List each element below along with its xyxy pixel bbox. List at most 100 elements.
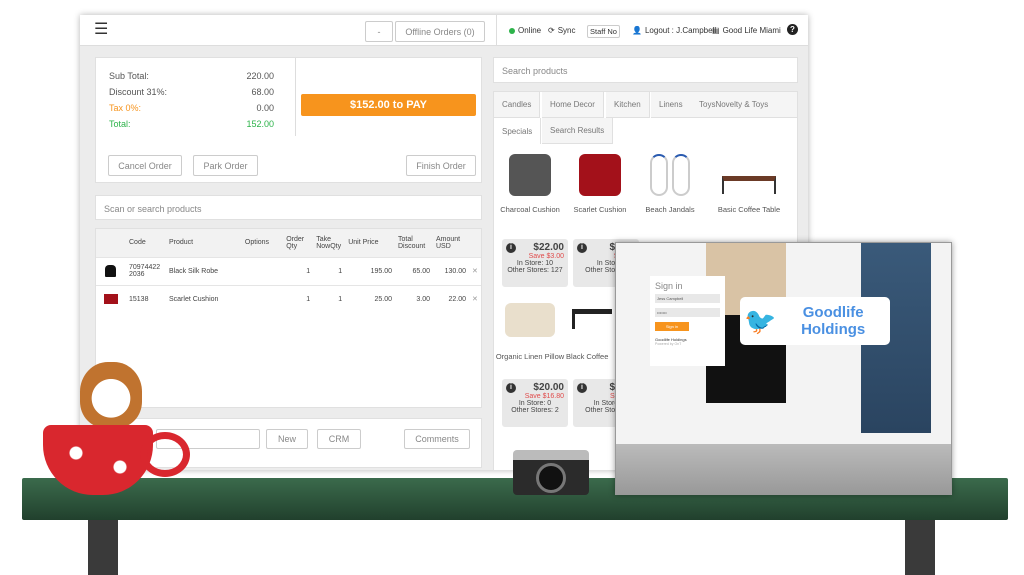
store-selector[interactable]: ▤ Good Life Miami (712, 26, 781, 35)
tax-label: Tax 0%: (109, 103, 142, 113)
tab-specials[interactable]: Specials (494, 118, 542, 144)
table-row[interactable]: 709744222036 Black Silk Robe 1 1 195.00 … (96, 256, 481, 285)
total-value: 152.00 (246, 119, 274, 129)
linen-pillow-image (505, 303, 555, 337)
order-summary: Sub Total: 220.00 Discount 31%: 68.00 Tax … (95, 57, 482, 183)
desk-leg (905, 520, 935, 575)
qty-cell[interactable]: 1 (283, 256, 314, 285)
tab-search-results[interactable]: Search Results (542, 118, 614, 144)
tab-home-decor[interactable]: Home Decor (542, 92, 604, 118)
dash-button[interactable]: - (365, 21, 393, 42)
discount-label: Discount 31%: (109, 87, 168, 97)
tab-candles[interactable]: Candles (494, 92, 541, 118)
tax-value: 0.00 (256, 103, 274, 113)
remove-icon[interactable]: ✕ (469, 256, 481, 285)
price-box: i $20.00 Save $16.80 In Store: 0 Other Store… (502, 379, 568, 427)
teacup-handle (140, 432, 190, 477)
logout-button[interactable]: 👤 Logout : J.Campbell (632, 26, 716, 35)
dog-image (80, 362, 142, 428)
desk-leg (88, 520, 118, 575)
product-name: Charcoal Cushion (500, 205, 560, 214)
in-store: In Store: 0 (518, 400, 552, 407)
take-cell[interactable]: 1 (313, 256, 346, 285)
sync-button[interactable]: ⟳ Sync (548, 26, 576, 35)
camera-image (513, 450, 589, 495)
options-cell (241, 284, 284, 313)
col-remove (469, 229, 481, 257)
take-cell[interactable]: 1 (313, 284, 346, 313)
cancel-order-button[interactable]: Cancel Order (108, 155, 182, 176)
online-label: Online (518, 26, 542, 35)
password-field[interactable]: ••••••• (655, 308, 720, 317)
offline-orders-button[interactable]: Offline Orders (0) (395, 21, 485, 42)
info-icon[interactable]: i (577, 383, 587, 393)
product-name: Basic Coffee Table (717, 205, 781, 214)
coffee-table-image (722, 176, 776, 194)
sync-label: Sync (557, 26, 576, 35)
info-icon[interactable]: i (506, 383, 516, 393)
scarlet-cushion-image (579, 154, 621, 196)
col-total-discount: Total Discount (395, 229, 433, 257)
comments-button[interactable]: Comments (404, 429, 470, 449)
help-icon[interactable]: ? (787, 24, 798, 35)
powered-by: Powered by OnT (655, 342, 682, 346)
product-thumb (96, 256, 126, 285)
table-row[interactable]: 15138 Scarlet Cushion 1 1 25.00 3.00 22.… (96, 284, 481, 313)
search-products-input[interactable]: Search products (493, 57, 798, 83)
bird-icon: 🐦 (744, 305, 777, 336)
order-table: Code Product Options Order Qty Take NowQ… (95, 228, 482, 408)
staff-no-button[interactable]: Staff No (587, 25, 620, 38)
remove-icon[interactable]: ✕ (469, 284, 481, 313)
store-label: Good Life Miami (722, 26, 781, 35)
product-tile[interactable]: Beach Jandals (635, 154, 705, 214)
discount-value: 68.00 (251, 87, 274, 97)
product-cell: Scarlet Cushion (166, 284, 242, 313)
discount-cell: 3.00 (395, 284, 433, 313)
product-tile[interactable]: Charcoal Cushion (495, 154, 565, 214)
product-thumb (96, 284, 126, 313)
code-cell: 15138 (126, 284, 166, 313)
price-box: i $22.00 Save $3.00 In Store: 10 Other Store… (502, 239, 568, 287)
product-tile[interactable]: Organic Linen Pillow (495, 299, 565, 361)
scan-input[interactable]: Scan or search products (95, 195, 482, 220)
tab-linens[interactable]: Linens (651, 92, 692, 118)
signin-card: Sign in Jess Campbell ••••••• Sign in Go… (650, 276, 725, 366)
col-amount: Amount USD (433, 229, 469, 257)
product-name: Scarlet Cushion (573, 205, 627, 214)
charcoal-cushion-image (509, 154, 551, 196)
col-product: Product (166, 229, 242, 257)
logout-label: Logout : J.Campbell (644, 26, 717, 35)
price-cell: 195.00 (345, 256, 395, 285)
subtotal-label: Sub Total: (109, 71, 149, 81)
goodlife-logo: 🐦 Goodlife Holdings (740, 297, 890, 345)
park-order-button[interactable]: Park Order (193, 155, 258, 176)
discount-cell: 65.00 (395, 256, 433, 285)
qty-cell[interactable]: 1 (283, 284, 314, 313)
tab-kitchen[interactable]: Kitchen (606, 92, 650, 118)
username-field[interactable]: Jess Campbell (655, 294, 720, 303)
product-tile[interactable]: Scarlet Cushion (565, 154, 635, 214)
top-bar: ☰ - Offline Orders (0) Online ⟳ Sync Staf… (80, 15, 808, 46)
menu-icon[interactable]: ☰ (94, 22, 108, 38)
new-button[interactable]: New (266, 429, 308, 449)
crm-button[interactable]: CRM (317, 429, 361, 449)
pay-button[interactable]: $152.00 to PAY (301, 94, 476, 116)
finish-order-button[interactable]: Finish Order (406, 155, 476, 176)
col-order-qty: Order Qty (283, 229, 314, 257)
col-take-qty: Take NowQty (313, 229, 346, 257)
signin-button[interactable]: Sign in (655, 322, 689, 331)
signin-title: Sign in (655, 281, 683, 291)
amount-cell: 22.00 (433, 284, 469, 313)
product-tile[interactable]: Basic Coffee Table (709, 154, 789, 214)
col-image (96, 229, 126, 257)
info-icon[interactable]: i (577, 243, 587, 253)
sync-icon: ⟳ (548, 26, 555, 35)
savings: Save $16.80 (524, 393, 564, 400)
amount-cell: 130.00 (433, 256, 469, 285)
login-screenshot: Sign in Jess Campbell ••••••• Sign in Go… (615, 242, 952, 495)
online-status: Online (509, 26, 541, 35)
other-stores: Other Stores: 2 (511, 407, 559, 414)
other-stores: Other Stores: 127 (507, 267, 563, 274)
tab-toys[interactable]: ToysNovelty & Toys (691, 92, 797, 118)
info-icon[interactable]: i (506, 243, 516, 253)
